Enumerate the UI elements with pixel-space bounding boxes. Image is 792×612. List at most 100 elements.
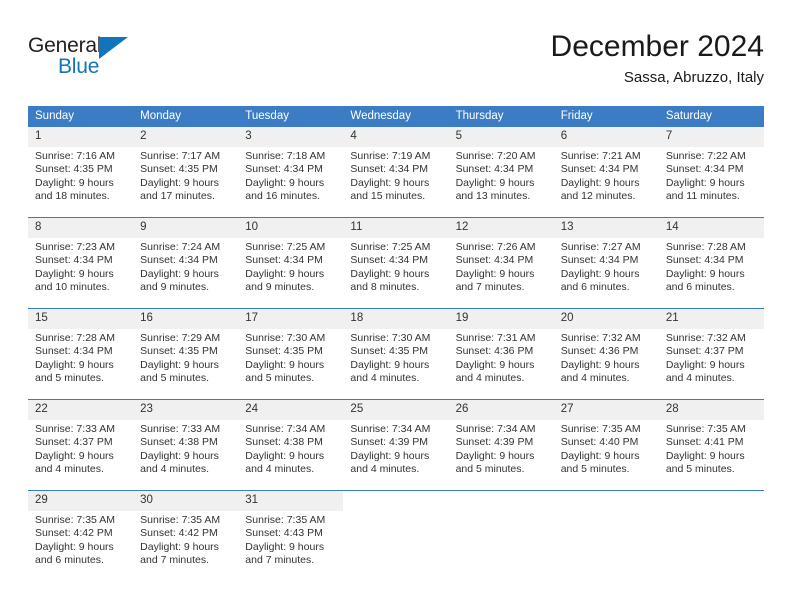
daylight-text-line1: Daylight: 9 hours bbox=[245, 176, 325, 189]
calendar-day-cell[interactable]: 17 Sunrise: 7:30 AM Sunset: 4:35 PM Dayligh… bbox=[238, 308, 344, 400]
daylight-text-line1: Daylight: 9 hours bbox=[665, 449, 745, 462]
calendar-day-cell[interactable]: 31 Sunrise: 7:35 AM Sunset: 4:43 PM Dayligh… bbox=[238, 490, 344, 581]
daylight-text-line2: and 10 minutes. bbox=[35, 281, 110, 294]
sunrise-text: Sunrise: 7:33 AM bbox=[140, 423, 221, 435]
calendar-day-cell[interactable]: 20 Sunrise: 7:32 AM Sunset: 4:36 PM Dayligh… bbox=[553, 308, 659, 400]
sunrise-text: Sunrise: 7:33 AM bbox=[35, 423, 115, 435]
daylight-text-line2: and 6 minutes. bbox=[35, 554, 104, 567]
calendar-week-row: 22 Sunrise: 7:33 AM Sunset: 4:37 PM Dayligh… bbox=[28, 399, 764, 491]
day-number: 14 bbox=[658, 218, 764, 238]
day-number: 26 bbox=[448, 400, 554, 420]
sunrise-text: Sunrise: 7:22 AM bbox=[665, 150, 746, 162]
general-blue-logo[interactable]: General Blue bbox=[28, 34, 148, 90]
sunset-text: Sunset: 4:39 PM bbox=[455, 436, 534, 449]
calendar-day-cell[interactable]: 1 Sunrise: 7:16 AM Sunset: 4:35 PM Daylight… bbox=[28, 127, 134, 218]
calendar-day-cell[interactable]: 24 Sunrise: 7:34 AM Sunset: 4:38 PM Dayligh… bbox=[238, 399, 344, 491]
day-number: 24 bbox=[238, 400, 344, 420]
daylight-text-line2: and 9 minutes. bbox=[245, 281, 315, 294]
sunset-text: Sunset: 4:34 PM bbox=[35, 254, 113, 267]
sunset-text: Sunset: 4:41 PM bbox=[665, 436, 744, 449]
daylight-text-line2: and 17 minutes. bbox=[140, 190, 215, 203]
weekday-header-wednesday: Wednesday bbox=[343, 106, 449, 127]
sunset-text: Sunset: 4:34 PM bbox=[245, 163, 323, 176]
calendar-day-cell[interactable]: 12 Sunrise: 7:26 AM Sunset: 4:34 PM Dayligh… bbox=[448, 217, 554, 309]
calendar-day-cell[interactable]: 18 Sunrise: 7:30 AM Sunset: 4:35 PM Dayligh… bbox=[343, 308, 449, 400]
calendar-day-cell[interactable]: 28 Sunrise: 7:35 AM Sunset: 4:41 PM Dayligh… bbox=[658, 399, 764, 491]
day-number: 29 bbox=[28, 491, 134, 511]
calendar-day-cell[interactable]: 21 Sunrise: 7:32 AM Sunset: 4:37 PM Dayligh… bbox=[658, 308, 764, 400]
sunrise-sunset-calendar-table: Sunday Monday Tuesday Wednesday Thursday… bbox=[28, 106, 764, 581]
daylight-text-line2: and 4 minutes. bbox=[35, 463, 104, 476]
daylight-text-line2: and 9 minutes. bbox=[140, 281, 210, 294]
calendar-header-row-group: Sunday Monday Tuesday Wednesday Thursday… bbox=[28, 106, 764, 127]
sunset-text: Sunset: 4:34 PM bbox=[560, 254, 639, 267]
calendar-day-cell[interactable]: 15 Sunrise: 7:28 AM Sunset: 4:34 PM Dayligh… bbox=[28, 308, 134, 400]
sunset-text: Sunset: 4:34 PM bbox=[665, 254, 744, 267]
sunset-text: Sunset: 4:35 PM bbox=[140, 345, 218, 358]
sunset-text: Sunset: 4:39 PM bbox=[350, 436, 429, 449]
daylight-text-line1: Daylight: 9 hours bbox=[665, 176, 745, 189]
sunset-text: Sunset: 4:34 PM bbox=[455, 163, 534, 176]
daylight-text-line1: Daylight: 9 hours bbox=[35, 449, 114, 462]
calendar-day-cell[interactable]: 30 Sunrise: 7:35 AM Sunset: 4:42 PM Dayligh… bbox=[133, 490, 239, 581]
calendar-day-cell[interactable]: 16 Sunrise: 7:29 AM Sunset: 4:35 PM Dayligh… bbox=[133, 308, 239, 400]
day-number: 19 bbox=[448, 309, 554, 329]
sunrise-text: Sunrise: 7:29 AM bbox=[140, 332, 221, 344]
calendar-day-cell[interactable]: 11 Sunrise: 7:25 AM Sunset: 4:34 PM Dayligh… bbox=[343, 217, 449, 309]
calendar-day-cell[interactable]: 14 Sunrise: 7:28 AM Sunset: 4:34 PM Dayligh… bbox=[658, 217, 764, 309]
weekday-header-sunday: Sunday bbox=[28, 106, 134, 127]
day-number: 31 bbox=[238, 491, 344, 511]
calendar-day-cell[interactable]: 29 Sunrise: 7:35 AM Sunset: 4:42 PM Dayligh… bbox=[28, 490, 134, 581]
weekday-header-tuesday: Tuesday bbox=[238, 106, 344, 127]
sunset-text: Sunset: 4:34 PM bbox=[245, 254, 323, 267]
calendar-day-cell[interactable]: 26 Sunrise: 7:34 AM Sunset: 4:39 PM Dayligh… bbox=[448, 399, 554, 491]
daylight-text-line1: Daylight: 9 hours bbox=[455, 358, 535, 371]
calendar-day-cell[interactable]: 9 Sunrise: 7:24 AM Sunset: 4:34 PM Daylight… bbox=[133, 217, 239, 309]
calendar-day-cell[interactable]: 22 Sunrise: 7:33 AM Sunset: 4:37 PM Dayligh… bbox=[28, 399, 134, 491]
sunrise-text: Sunrise: 7:34 AM bbox=[245, 423, 326, 435]
weekday-header-thursday: Thursday bbox=[448, 106, 554, 127]
calendar-day-cell[interactable]: 6 Sunrise: 7:21 AM Sunset: 4:34 PM Daylight… bbox=[553, 127, 659, 218]
calendar-day-cell[interactable]: 13 Sunrise: 7:27 AM Sunset: 4:34 PM Dayligh… bbox=[553, 217, 659, 309]
sunset-text: Sunset: 4:35 PM bbox=[140, 163, 218, 176]
daylight-text-line2: and 6 minutes. bbox=[665, 281, 735, 294]
day-number: 25 bbox=[343, 400, 449, 420]
calendar-day-cell[interactable]: 25 Sunrise: 7:34 AM Sunset: 4:39 PM Dayligh… bbox=[343, 399, 449, 491]
daylight-text-line1: Daylight: 9 hours bbox=[560, 449, 640, 462]
calendar-day-cell[interactable]: 3 Sunrise: 7:18 AM Sunset: 4:34 PM Daylight… bbox=[238, 127, 344, 218]
daylight-text-line1: Daylight: 9 hours bbox=[140, 358, 219, 371]
calendar-day-cell[interactable]: 27 Sunrise: 7:35 AM Sunset: 4:40 PM Dayligh… bbox=[553, 399, 659, 491]
daylight-text-line2: and 18 minutes. bbox=[35, 190, 110, 203]
calendar-day-cell[interactable]: 2 Sunrise: 7:17 AM Sunset: 4:35 PM Daylight… bbox=[133, 127, 239, 218]
calendar-day-cell[interactable]: 7 Sunrise: 7:22 AM Sunset: 4:34 PM Daylight… bbox=[658, 127, 764, 218]
calendar-day-cell[interactable]: 8 Sunrise: 7:23 AM Sunset: 4:34 PM Daylight… bbox=[28, 217, 134, 309]
calendar-day-cell-empty bbox=[553, 490, 659, 581]
sunrise-text: Sunrise: 7:23 AM bbox=[35, 241, 115, 253]
calendar-week-row: 29 Sunrise: 7:35 AM Sunset: 4:42 PM Dayligh… bbox=[28, 490, 764, 581]
title-block: December 2024 Sassa, Abruzzo, Italy bbox=[551, 28, 764, 89]
calendar-day-cell-empty bbox=[658, 490, 764, 581]
sunrise-text: Sunrise: 7:34 AM bbox=[350, 423, 431, 435]
day-number: 22 bbox=[28, 400, 134, 420]
sunrise-text: Sunrise: 7:18 AM bbox=[245, 150, 326, 162]
daylight-text-line2: and 7 minutes. bbox=[140, 554, 210, 567]
sunrise-text: Sunrise: 7:21 AM bbox=[560, 150, 641, 162]
calendar-day-cell[interactable]: 23 Sunrise: 7:33 AM Sunset: 4:38 PM Dayligh… bbox=[133, 399, 239, 491]
sunrise-text: Sunrise: 7:32 AM bbox=[560, 332, 641, 344]
daylight-text-line1: Daylight: 9 hours bbox=[455, 267, 535, 280]
day-number: 5 bbox=[448, 127, 554, 147]
calendar-day-cell[interactable]: 4 Sunrise: 7:19 AM Sunset: 4:34 PM Daylight… bbox=[343, 127, 449, 218]
day-number: 28 bbox=[658, 400, 764, 420]
daylight-text-line2: and 4 minutes. bbox=[350, 463, 420, 476]
sunrise-text: Sunrise: 7:31 AM bbox=[455, 332, 536, 344]
day-number: 7 bbox=[658, 127, 764, 147]
daylight-text-line2: and 15 minutes. bbox=[350, 190, 426, 203]
sunrise-text: Sunrise: 7:20 AM bbox=[455, 150, 536, 162]
sunset-text: Sunset: 4:34 PM bbox=[560, 163, 639, 176]
calendar-day-cell[interactable]: 10 Sunrise: 7:25 AM Sunset: 4:34 PM Dayligh… bbox=[238, 217, 344, 309]
calendar-day-cell[interactable]: 5 Sunrise: 7:20 AM Sunset: 4:34 PM Daylight… bbox=[448, 127, 554, 218]
sunrise-text: Sunrise: 7:35 AM bbox=[665, 423, 746, 435]
calendar-day-cell[interactable]: 19 Sunrise: 7:31 AM Sunset: 4:36 PM Dayligh… bbox=[448, 308, 554, 400]
day-number: 17 bbox=[238, 309, 344, 329]
weekday-header-row: Sunday Monday Tuesday Wednesday Thursday… bbox=[28, 106, 764, 127]
